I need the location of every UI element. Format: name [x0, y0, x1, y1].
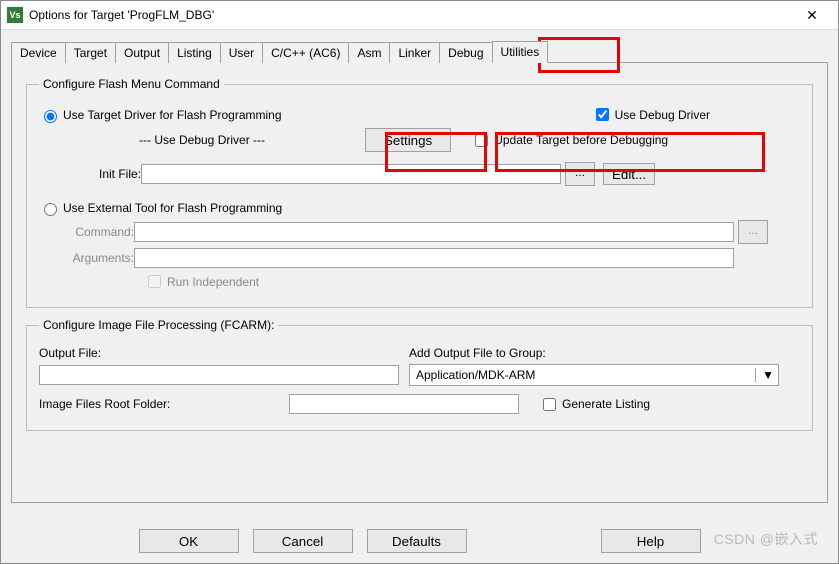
tab-page-utilities: Configure Flash Menu Command Use Target … [11, 63, 828, 503]
help-button[interactable]: Help [601, 529, 701, 553]
tab-device[interactable]: Device [11, 42, 66, 63]
check-use-debug-driver-label: Use Debug Driver [615, 108, 710, 122]
tab-linker[interactable]: Linker [389, 42, 440, 63]
check-generate-listing[interactable] [543, 398, 556, 411]
radio-use-target-driver[interactable] [44, 110, 57, 123]
check-update-target-label: Update Target before Debugging [494, 133, 668, 147]
check-use-debug-driver[interactable] [596, 108, 609, 121]
tab-target[interactable]: Target [65, 42, 116, 63]
ok-button[interactable]: OK [139, 529, 239, 553]
chevron-down-icon: ▼ [755, 368, 774, 382]
init-file-input[interactable] [141, 164, 561, 184]
dialog-buttons: OK Cancel Defaults Help [1, 521, 838, 563]
group-flash-menu-legend: Configure Flash Menu Command [39, 77, 224, 91]
edit-button[interactable]: Edit... [603, 163, 655, 185]
watermark: CSDN @嵌入式 [714, 529, 818, 549]
tab-bar: Device Target Output Listing User C/C++ … [11, 38, 828, 63]
tab-listing[interactable]: Listing [168, 42, 221, 63]
command-label: Command: [69, 225, 134, 239]
radio-use-external-tool-label: Use External Tool for Flash Programming [63, 201, 282, 215]
root-folder-label: Image Files Root Folder: [39, 397, 289, 411]
window-title: Options for Target 'ProgFLM_DBG' [29, 8, 792, 22]
tab-debug[interactable]: Debug [439, 42, 492, 63]
group-fcarm: Configure Image File Processing (FCARM):… [26, 318, 813, 431]
radio-use-external-tool[interactable] [44, 203, 57, 216]
group-fcarm-legend: Configure Image File Processing (FCARM): [39, 318, 278, 332]
output-file-label: Output File: [39, 346, 409, 360]
init-file-label: Init File: [99, 167, 141, 181]
debug-driver-separator: --- Use Debug Driver --- [139, 133, 265, 147]
check-run-independent-label: Run Independent [167, 275, 259, 289]
tab-utilities[interactable]: Utilities [492, 41, 549, 63]
group-select-value: Application/MDK-ARM [416, 368, 535, 382]
group-flash-menu: Configure Flash Menu Command Use Target … [26, 77, 813, 308]
app-icon: Vs [7, 7, 23, 23]
cancel-button[interactable]: Cancel [253, 529, 353, 553]
check-run-independent [148, 275, 161, 288]
add-to-group-label: Add Output File to Group: [409, 346, 546, 360]
root-folder-input[interactable] [289, 394, 519, 414]
output-file-input[interactable] [39, 365, 399, 385]
group-select[interactable]: Application/MDK-ARM ▼ [409, 364, 779, 386]
command-browse-button: ... [738, 220, 768, 244]
settings-button[interactable]: Settings [365, 128, 451, 152]
defaults-button[interactable]: Defaults [367, 529, 467, 553]
tab-asm[interactable]: Asm [348, 42, 390, 63]
init-file-browse-button[interactable]: ... [565, 162, 595, 186]
close-button[interactable]: ✕ [792, 7, 832, 24]
arguments-label: Arguments: [69, 251, 134, 265]
radio-use-target-driver-label: Use Target Driver for Flash Programming [63, 108, 282, 122]
arguments-input [134, 248, 734, 268]
command-input [134, 222, 734, 242]
tab-output[interactable]: Output [115, 42, 169, 63]
check-update-target[interactable] [475, 134, 488, 147]
tab-user[interactable]: User [220, 42, 263, 63]
titlebar: Vs Options for Target 'ProgFLM_DBG' ✕ [1, 1, 838, 30]
tab-cpp[interactable]: C/C++ (AC6) [262, 42, 349, 63]
check-generate-listing-label: Generate Listing [562, 397, 650, 411]
